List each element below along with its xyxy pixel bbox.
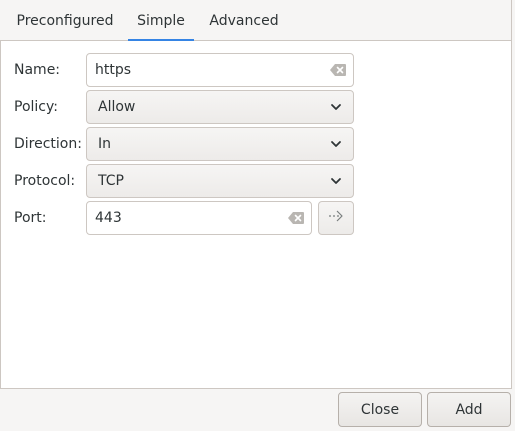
tab-preconfigured-label: Preconfigured xyxy=(16,12,114,29)
rule-type-tabs: Preconfigured Simple Advanced xyxy=(0,0,512,42)
port-label: Port: xyxy=(14,210,47,226)
go-next-icon xyxy=(328,208,344,228)
protocol-label: Protocol: xyxy=(14,173,76,189)
protocol-select[interactable]: TCP xyxy=(86,164,354,198)
tab-simple-label: Simple xyxy=(137,12,185,29)
name-field-value: https xyxy=(95,62,132,78)
edit-clear-icon[interactable] xyxy=(330,64,346,76)
direction-select-value: In xyxy=(98,136,112,152)
tab-advanced[interactable]: Advanced xyxy=(200,0,288,41)
direction-label: Direction: xyxy=(14,136,82,152)
name-label: Name: xyxy=(14,62,61,78)
port-field-value: 443 xyxy=(95,210,122,226)
add-button[interactable]: Add xyxy=(427,392,511,427)
protocol-select-value: TCP xyxy=(98,173,124,189)
edit-clear-icon[interactable] xyxy=(288,212,304,224)
tab-simple[interactable]: Simple xyxy=(128,0,194,42)
name-field[interactable]: https xyxy=(86,53,354,87)
tab-preconfigured[interactable]: Preconfigured xyxy=(8,0,122,41)
close-button-label: Close xyxy=(360,401,400,418)
policy-select[interactable]: Allow xyxy=(86,90,354,124)
port-field[interactable]: 443 xyxy=(86,201,312,235)
port-action-button[interactable] xyxy=(318,201,354,235)
chevron-down-icon xyxy=(329,174,343,188)
direction-select[interactable]: In xyxy=(86,127,354,161)
chevron-down-icon xyxy=(329,100,343,114)
policy-select-value: Allow xyxy=(98,99,136,115)
chevron-down-icon xyxy=(329,137,343,151)
simple-page: Name: https Policy: Allow Direction: In xyxy=(0,41,512,389)
add-button-label: Add xyxy=(455,401,483,418)
tab-advanced-label: Advanced xyxy=(209,12,279,29)
policy-label: Policy: xyxy=(14,99,58,115)
add-rule-dialog: Preconfigured Simple Advanced Name: http… xyxy=(0,0,515,431)
close-button[interactable]: Close xyxy=(338,392,422,427)
